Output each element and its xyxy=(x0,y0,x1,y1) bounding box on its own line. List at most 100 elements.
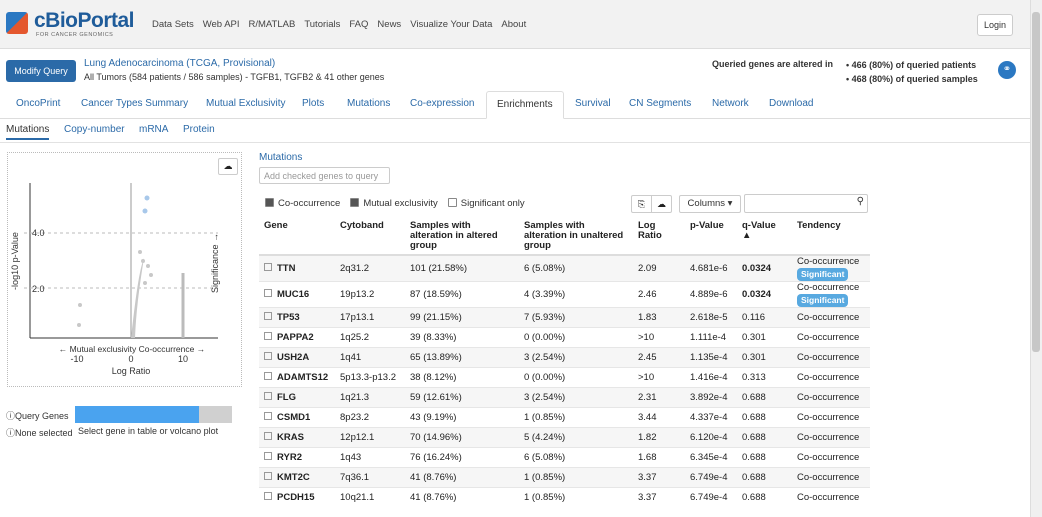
row-checkbox[interactable] xyxy=(264,452,272,461)
tab-download[interactable]: Download xyxy=(759,91,823,117)
nav-web-api[interactable]: Web API xyxy=(203,19,240,30)
link-icon[interactable]: ⚭ xyxy=(998,61,1016,79)
nav-data-sets[interactable]: Data Sets xyxy=(152,19,194,30)
download-table-icon[interactable]: ☁ xyxy=(651,195,672,213)
nav-about[interactable]: About xyxy=(501,19,526,30)
nav-r-matlab[interactable]: R/MATLAB xyxy=(249,19,296,30)
checkbox-checked-icon[interactable] xyxy=(265,197,274,207)
row-checkbox[interactable] xyxy=(264,372,272,381)
q-value-cell: 0.116 xyxy=(737,307,792,328)
tab-plots[interactable]: Plots xyxy=(292,91,334,117)
subtab-protein[interactable]: Protein xyxy=(183,124,215,135)
tab-mutual-exclusivity[interactable]: Mutual Exclusivity xyxy=(196,91,295,117)
filter-significant-only[interactable]: Significant only xyxy=(447,197,525,209)
row-checkbox[interactable] xyxy=(264,472,272,481)
subtab-mrna[interactable]: mRNA xyxy=(139,124,168,135)
table-search-input[interactable]: ⚲ xyxy=(744,194,868,213)
col-cytoband[interactable]: Cytoband xyxy=(335,218,405,256)
table-row[interactable]: MUC16 19p13.2 87 (18.59%) 4 (3.39%) 2.46 4.88… xyxy=(259,281,870,308)
tendency-cell-text: Co-occurrence xyxy=(797,432,860,443)
cbioportal-logo[interactable]: cBioPortal FOR CANCER GENOMICS xyxy=(6,9,135,41)
altered-cell: 41 (8.76%) xyxy=(405,487,519,507)
cytoband-cell: 19p13.2 xyxy=(335,281,405,308)
table-row[interactable]: TP53 17p13.1 99 (21.15%) 7 (5.93%) 1.83 2.618… xyxy=(259,307,870,328)
tab-oncoprint[interactable]: OncoPrint xyxy=(6,91,70,117)
row-checkbox[interactable] xyxy=(264,332,272,341)
copy-icon[interactable]: ⎘ xyxy=(631,195,652,213)
row-checkbox[interactable] xyxy=(264,392,272,401)
gene-cell-text: FLG xyxy=(277,392,296,403)
volcano-plot[interactable]: 4.0 2.0 -log10 p-Value Significance → ← … xyxy=(7,152,242,387)
table-row[interactable]: USH2A 1q41 65 (13.89%) 3 (2.54%) 2.45 1.135e-… xyxy=(259,347,870,368)
significant-point[interactable] xyxy=(144,195,150,201)
table-row[interactable]: KMT2C 7q36.1 41 (8.76%) 1 (0.85%) 3.37 6.749e… xyxy=(259,467,870,488)
col-tendency[interactable]: Tendency xyxy=(792,218,870,256)
row-checkbox[interactable] xyxy=(264,312,272,321)
table-row[interactable]: CSMD1 8p23.2 43 (9.19%) 1 (0.85%) 3.44 4.337e… xyxy=(259,407,870,428)
row-checkbox[interactable] xyxy=(264,492,272,501)
row-checkbox[interactable] xyxy=(264,412,272,421)
row-checkbox[interactable] xyxy=(264,352,272,361)
tab-co-expression[interactable]: Co-expression xyxy=(400,91,484,117)
login-button[interactable]: Login xyxy=(977,14,1013,36)
q-value-cell-text: 0.0324 xyxy=(742,263,772,274)
subtab-copy-number[interactable]: Copy-number xyxy=(64,124,125,135)
unaltered-cell: 0 (0.00%) xyxy=(519,367,633,388)
q-value-cell-text: 0.313 xyxy=(742,372,766,383)
nav-tutorials[interactable]: Tutorials xyxy=(304,19,340,30)
table-row[interactable]: TTN 2q31.2 101 (21.58%) 6 (5.08%) 2.09 4.681e… xyxy=(259,254,870,282)
p-value-cell: 1.111e-4 xyxy=(685,327,737,348)
x-direction-legend: ← Mutual exclusivity Co-occurrence → xyxy=(59,344,205,354)
col-altered[interactable]: Samples with alteration in altered group xyxy=(405,218,519,256)
nav-visualize[interactable]: Visualize Your Data xyxy=(410,19,492,30)
study-link[interactable]: Lung Adenocarcinoma (TCGA, Provisional) xyxy=(84,58,275,69)
tab-enrichments[interactable]: Enrichments xyxy=(486,91,564,119)
altered-cell: 41 (8.76%) xyxy=(405,467,519,488)
tab-mutations[interactable]: Mutations xyxy=(337,91,400,117)
table-row[interactable]: RYR2 1q43 76 (16.24%) 6 (5.08%) 1.68 6.345e-4… xyxy=(259,447,870,468)
modify-query-button[interactable]: Modify Query xyxy=(6,60,76,82)
nav-news[interactable]: News xyxy=(377,19,401,30)
col-log-ratio[interactable]: Log Ratio xyxy=(633,218,685,256)
subtab-mutations[interactable]: Mutations xyxy=(6,124,50,140)
altered-label: Queried genes are altered in xyxy=(712,59,834,69)
table-row[interactable]: ADAMTS12 5p13.3-p13.2 38 (8.12%) 0 (0.00%) >… xyxy=(259,367,870,388)
cytoband-cell: 5p13.3-p13.2 xyxy=(335,367,405,388)
columns-dropdown[interactable]: Columns ▾ xyxy=(679,195,741,213)
p-value-cell: 2.618e-5 xyxy=(685,307,737,328)
checkbox-checked-icon[interactable] xyxy=(350,197,360,207)
filter-co-occurrence[interactable]: Co-occurrence xyxy=(265,197,340,209)
cytoband-cell-text: 8p23.2 xyxy=(340,412,370,423)
unaltered-cell-text: 6 (5.08%) xyxy=(524,263,566,274)
add-to-query-button[interactable]: Add checked genes to query xyxy=(259,167,390,184)
tab-network[interactable]: Network xyxy=(702,91,759,117)
tendency-cell: Co-occurrence xyxy=(792,367,870,388)
table-row[interactable]: KRAS 12p12.1 70 (14.96%) 5 (4.24%) 1.82 6.120… xyxy=(259,427,870,448)
log-ratio-cell-text: 3.44 xyxy=(638,412,657,423)
unaltered-cell-text: 5 (4.24%) xyxy=(524,432,566,443)
tab-cn-segments[interactable]: CN Segments xyxy=(619,91,701,117)
unaltered-cell-text: 1 (0.85%) xyxy=(524,472,566,483)
tendency-cell-text: Co-occurrence xyxy=(797,412,860,423)
row-checkbox[interactable] xyxy=(264,289,272,298)
col-q-value[interactable]: q-Value ▲ xyxy=(737,218,792,256)
table-row[interactable]: FLG 1q21.3 59 (12.61%) 3 (2.54%) 2.31 3.892e-… xyxy=(259,387,870,408)
table-row[interactable]: PAPPA2 1q25.2 39 (8.33%) 0 (0.00%) >10 1.111e… xyxy=(259,327,870,348)
scrollbar-thumb[interactable] xyxy=(1032,12,1040,352)
tab-cancer-types[interactable]: Cancer Types Summary xyxy=(71,91,198,117)
checkbox-unchecked-icon[interactable] xyxy=(447,197,457,207)
altered-cell-text: 87 (18.59%) xyxy=(410,289,462,300)
download-plot-icon[interactable]: ☁ xyxy=(218,158,238,175)
gene-cell: TTN xyxy=(259,254,335,282)
col-unaltered[interactable]: Samples with alteration in unaltered gro… xyxy=(519,218,633,256)
row-checkbox[interactable] xyxy=(264,432,272,441)
stat-samples: • 468 (80%) of queried samples xyxy=(846,74,978,84)
col-p-value[interactable]: p-Value xyxy=(685,218,737,256)
col-gene[interactable]: Gene xyxy=(259,218,335,256)
nav-faq[interactable]: FAQ xyxy=(349,19,368,30)
table-row[interactable]: PCDH15 10q21.1 41 (8.76%) 1 (0.85%) 3.37 6.74… xyxy=(259,487,870,507)
significant-point[interactable] xyxy=(142,208,148,214)
tab-survival[interactable]: Survival xyxy=(565,91,621,117)
row-checkbox[interactable] xyxy=(264,263,272,272)
filter-mutual-exclusivity[interactable]: Mutual exclusivity xyxy=(350,197,438,209)
